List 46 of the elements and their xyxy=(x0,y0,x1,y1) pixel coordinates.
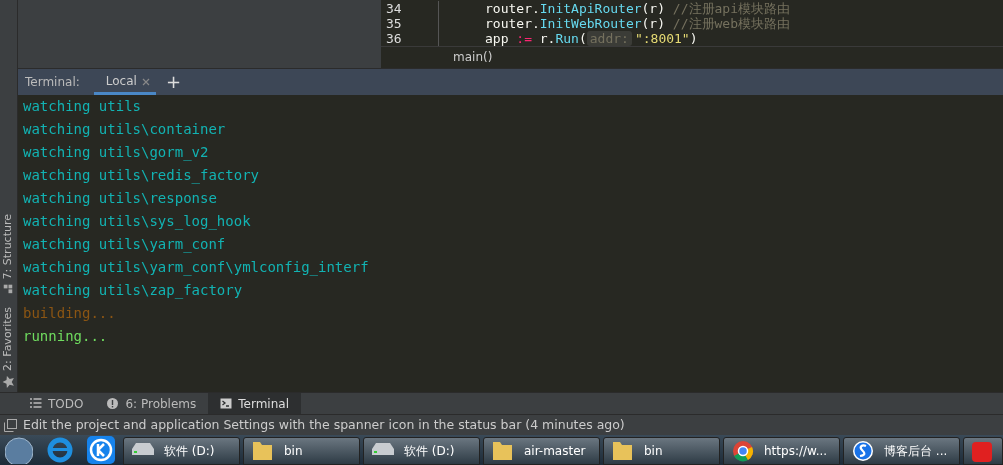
terminal-icon xyxy=(220,398,233,409)
taskbar-button[interactable]: bin xyxy=(603,437,720,465)
taskbar-button[interactable]: air-master xyxy=(483,437,600,465)
k-app-icon[interactable] xyxy=(87,436,115,464)
taskbar-button[interactable]: bin xyxy=(243,437,360,465)
output-line: watching utils\yarm_conf xyxy=(23,235,227,255)
code-line: router.InitWebRouter(r) //注册web模块路由 xyxy=(485,16,790,31)
output-line: watching utils\redis_factory xyxy=(23,166,260,186)
s-logo-icon xyxy=(850,440,876,462)
output-line: watching utils\container xyxy=(23,120,227,139)
start-orb-icon[interactable] xyxy=(5,436,33,464)
session-tab[interactable]: Local xyxy=(93,69,156,95)
chrome-icon xyxy=(730,440,756,462)
taskbar-button[interactable]: 软件 (D:) xyxy=(123,437,240,465)
taskbar-button[interactable]: 软件 (D:) xyxy=(363,437,480,465)
output-line: running... xyxy=(23,327,109,346)
output-line: watching utils\zap_factory xyxy=(23,281,244,301)
taskbar-button[interactable] xyxy=(963,437,1003,465)
output-line: watching utils\sys_log_hook xyxy=(23,212,252,232)
browser-icon[interactable] xyxy=(46,436,74,464)
status-message: Edit the project and application Settings with the spanner icon in the status bar (4 minutes ago) xyxy=(23,415,625,434)
tool-tab[interactable]: Terminal xyxy=(208,393,301,414)
line-number: 36 xyxy=(386,31,403,46)
output-line: watching utils xyxy=(23,97,142,116)
star-icon xyxy=(2,376,15,388)
list-icon xyxy=(30,398,42,409)
terminal-label: Terminal: xyxy=(24,74,81,91)
tool-tab[interactable]: 6: Problems xyxy=(95,393,209,414)
output-line: watching utils\gorm_v2 xyxy=(23,143,210,163)
output-line: watching utils\yarm_conf\ymlconfig_interf xyxy=(23,258,370,278)
code-line: router.InitApiRouter(r) //注册api模块路由 xyxy=(485,1,790,16)
code-line: app := r.Run( addr: ":8001") xyxy=(485,31,699,46)
close-icon[interactable] xyxy=(141,77,150,86)
tool-window-button[interactable]: 2: Favorites xyxy=(0,307,17,388)
output-line: building... xyxy=(23,304,117,323)
tool-window-button[interactable]: 7: Structure xyxy=(0,213,17,294)
line-number: 34 xyxy=(386,1,403,16)
line-number: 35 xyxy=(386,16,403,31)
structure-icon xyxy=(4,284,13,294)
taskbar-button[interactable]: 博客后台 ... xyxy=(843,437,960,465)
output-line: watching utils\response xyxy=(23,189,218,208)
panel-icon[interactable] xyxy=(4,418,17,432)
taskbar-button[interactable]: https://w... xyxy=(723,437,840,465)
add-tab-button[interactable]: + xyxy=(155,69,191,95)
tool-tab[interactable]: TODO xyxy=(18,393,96,414)
alert-icon xyxy=(107,398,120,409)
